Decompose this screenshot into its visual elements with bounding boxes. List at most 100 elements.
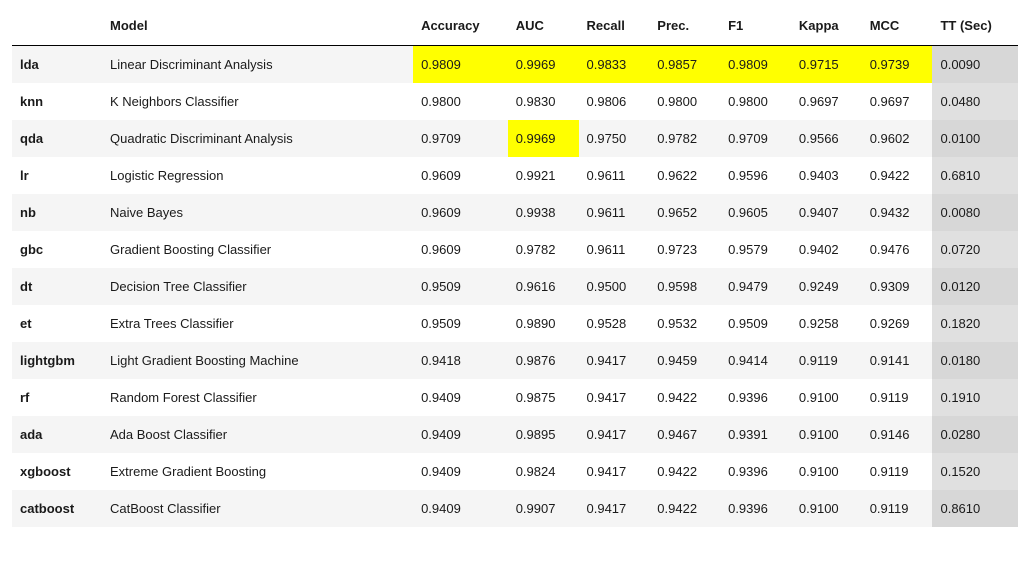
cell-prec: 0.9459 bbox=[649, 342, 720, 379]
cell-accuracy: 0.9509 bbox=[413, 305, 508, 342]
cell-f1: 0.9509 bbox=[720, 305, 791, 342]
cell-mcc: 0.9697 bbox=[862, 83, 933, 120]
cell-kappa: 0.9100 bbox=[791, 453, 862, 490]
cell-accuracy: 0.9609 bbox=[413, 231, 508, 268]
table-row: knnK Neighbors Classifier0.98000.98300.9… bbox=[12, 83, 1018, 120]
cell-auc: 0.9969 bbox=[508, 120, 579, 157]
row-model: Extra Trees Classifier bbox=[102, 305, 413, 342]
header-accuracy: Accuracy bbox=[413, 8, 508, 46]
cell-f1: 0.9396 bbox=[720, 490, 791, 527]
cell-auc: 0.9824 bbox=[508, 453, 579, 490]
row-model: Quadratic Discriminant Analysis bbox=[102, 120, 413, 157]
table-row: adaAda Boost Classifier0.94090.98950.941… bbox=[12, 416, 1018, 453]
header-row: Model Accuracy AUC Recall Prec. F1 Kappa… bbox=[12, 8, 1018, 46]
cell-mcc: 0.9269 bbox=[862, 305, 933, 342]
table-row: dtDecision Tree Classifier0.95090.96160.… bbox=[12, 268, 1018, 305]
cell-f1: 0.9479 bbox=[720, 268, 791, 305]
cell-auc: 0.9907 bbox=[508, 490, 579, 527]
table-row: etExtra Trees Classifier0.95090.98900.95… bbox=[12, 305, 1018, 342]
cell-f1: 0.9605 bbox=[720, 194, 791, 231]
header-mcc: MCC bbox=[862, 8, 933, 46]
cell-recall: 0.9500 bbox=[579, 268, 650, 305]
cell-accuracy: 0.9409 bbox=[413, 416, 508, 453]
table-row: catboostCatBoost Classifier0.94090.99070… bbox=[12, 490, 1018, 527]
cell-mcc: 0.9119 bbox=[862, 379, 933, 416]
table-row: ldaLinear Discriminant Analysis0.9809 0.9… bbox=[12, 46, 1018, 84]
cell-tt: 0.0720 bbox=[932, 231, 1018, 268]
cell-f1: 0.9414 bbox=[720, 342, 791, 379]
cell-recall: 0.9417 bbox=[579, 490, 650, 527]
cell-recall: 0.9417 bbox=[579, 379, 650, 416]
cell-prec: 0.9857 bbox=[649, 46, 720, 84]
cell-f1: 0.9396 bbox=[720, 379, 791, 416]
cell-recall: 0.9417 bbox=[579, 453, 650, 490]
header-kappa: Kappa bbox=[791, 8, 862, 46]
cell-f1: 0.9800 bbox=[720, 83, 791, 120]
cell-accuracy: 0.9409 bbox=[413, 453, 508, 490]
row-model: Gradient Boosting Classifier bbox=[102, 231, 413, 268]
cell-tt: 0.0090 bbox=[932, 46, 1018, 84]
cell-f1: 0.9391 bbox=[720, 416, 791, 453]
cell-tt: 0.0480 bbox=[932, 83, 1018, 120]
cell-mcc: 0.9146 bbox=[862, 416, 933, 453]
cell-kappa: 0.9100 bbox=[791, 490, 862, 527]
cell-tt: 0.1820 bbox=[932, 305, 1018, 342]
table-row: lightgbmLight Gradient Boosting Machine0… bbox=[12, 342, 1018, 379]
header-index bbox=[12, 8, 102, 46]
cell-kappa: 0.9697 bbox=[791, 83, 862, 120]
row-index: lr bbox=[12, 157, 102, 194]
cell-kappa: 0.9403 bbox=[791, 157, 862, 194]
cell-mcc: 0.9309 bbox=[862, 268, 933, 305]
cell-accuracy: 0.9809 bbox=[413, 46, 508, 84]
table-header: Model Accuracy AUC Recall Prec. F1 Kappa… bbox=[12, 8, 1018, 46]
row-model: CatBoost Classifier bbox=[102, 490, 413, 527]
cell-mcc: 0.9739 bbox=[862, 46, 933, 84]
header-tt: TT (Sec) bbox=[932, 8, 1018, 46]
row-index: knn bbox=[12, 83, 102, 120]
cell-kappa: 0.9566 bbox=[791, 120, 862, 157]
cell-accuracy: 0.9609 bbox=[413, 194, 508, 231]
row-model: K Neighbors Classifier bbox=[102, 83, 413, 120]
cell-f1: 0.9579 bbox=[720, 231, 791, 268]
table-body: ldaLinear Discriminant Analysis0.98090.9… bbox=[12, 46, 1018, 528]
cell-tt: 0.0280 bbox=[932, 416, 1018, 453]
cell-mcc: 0.9422 bbox=[862, 157, 933, 194]
cell-auc: 0.9938 bbox=[508, 194, 579, 231]
cell-recall: 0.9611 bbox=[579, 194, 650, 231]
cell-prec: 0.9532 bbox=[649, 305, 720, 342]
row-index: lightgbm bbox=[12, 342, 102, 379]
cell-tt: 0.6810 bbox=[932, 157, 1018, 194]
table-row: rfRandom Forest Classifier0.94090.98750.… bbox=[12, 379, 1018, 416]
header-model: Model bbox=[102, 8, 413, 46]
cell-prec: 0.9652 bbox=[649, 194, 720, 231]
row-model: Linear Discriminant Analysis bbox=[102, 46, 413, 84]
row-index: ada bbox=[12, 416, 102, 453]
cell-kappa: 0.9119 bbox=[791, 342, 862, 379]
cell-mcc: 0.9432 bbox=[862, 194, 933, 231]
table-row: gbcGradient Boosting Classifier0.96090.9… bbox=[12, 231, 1018, 268]
cell-mcc: 0.9119 bbox=[862, 490, 933, 527]
cell-prec: 0.9800 bbox=[649, 83, 720, 120]
row-model: Logistic Regression bbox=[102, 157, 413, 194]
row-index: nb bbox=[12, 194, 102, 231]
cell-prec: 0.9622 bbox=[649, 157, 720, 194]
table-row: qdaQuadratic Discriminant Analysis0.9709… bbox=[12, 120, 1018, 157]
cell-mcc: 0.9141 bbox=[862, 342, 933, 379]
cell-kappa: 0.9715 bbox=[791, 46, 862, 84]
table-row: nbNaive Bayes0.96090.99380.96110.96520.9… bbox=[12, 194, 1018, 231]
row-index: et bbox=[12, 305, 102, 342]
cell-auc: 0.9876 bbox=[508, 342, 579, 379]
cell-tt: 0.0080 bbox=[932, 194, 1018, 231]
cell-recall: 0.9750 bbox=[579, 120, 650, 157]
cell-prec: 0.9598 bbox=[649, 268, 720, 305]
row-index: qda bbox=[12, 120, 102, 157]
cell-tt: 0.0180 bbox=[932, 342, 1018, 379]
cell-accuracy: 0.9800 bbox=[413, 83, 508, 120]
cell-recall: 0.9528 bbox=[579, 305, 650, 342]
row-index: lda bbox=[12, 46, 102, 84]
cell-kappa: 0.9100 bbox=[791, 416, 862, 453]
cell-auc: 0.9830 bbox=[508, 83, 579, 120]
cell-accuracy: 0.9418 bbox=[413, 342, 508, 379]
cell-accuracy: 0.9609 bbox=[413, 157, 508, 194]
header-auc: AUC bbox=[508, 8, 579, 46]
